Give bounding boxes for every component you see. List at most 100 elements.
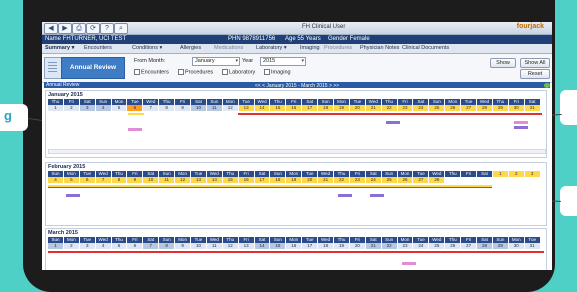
print-icon[interactable]: ⎙ — [72, 23, 86, 34]
day-cell[interactable]: 9 — [175, 243, 192, 249]
day-cell[interactable]: 18 — [318, 243, 335, 249]
day-cell[interactable]: 13 — [238, 105, 255, 111]
back-icon[interactable]: ◀ — [44, 23, 58, 34]
day-cell[interactable]: 26 — [445, 243, 462, 249]
day-cell[interactable]: 12 — [222, 243, 239, 249]
day-cell[interactable]: 22 — [381, 243, 398, 249]
day-cell[interactable]: 20 — [349, 243, 366, 249]
forward-icon[interactable]: ▶ — [58, 23, 72, 34]
menu-summary[interactable]: Summary ▾ — [45, 44, 74, 53]
day-cell[interactable]: 18 — [318, 105, 335, 111]
day-cell[interactable]: 30 — [508, 105, 525, 111]
checkbox-icon[interactable] — [134, 69, 140, 75]
day-cell[interactable]: 28 — [429, 177, 446, 183]
day-cell[interactable]: 5 — [111, 243, 128, 249]
day-cell[interactable]: 31 — [524, 243, 541, 249]
day-cell[interactable]: 2 — [508, 171, 525, 177]
checkbox-icon[interactable] — [222, 69, 228, 75]
day-cell[interactable]: 16 — [286, 243, 303, 249]
day-cell[interactable]: 5 — [111, 105, 128, 111]
event-marker[interactable] — [514, 126, 528, 129]
event-marker[interactable] — [386, 121, 400, 124]
menu-medications[interactable]: Medications — [214, 44, 243, 53]
checkbox-icon[interactable] — [264, 69, 270, 75]
day-cell[interactable]: 1 — [492, 171, 509, 177]
menu-conditions[interactable]: Conditions ▾ — [132, 44, 162, 53]
day-cell[interactable]: 15 — [270, 105, 287, 111]
day-cell[interactable]: 19 — [286, 177, 303, 183]
day-cell[interactable]: 7 — [95, 177, 112, 183]
event-marker[interactable] — [402, 262, 416, 265]
day-cell[interactable]: 7 — [143, 243, 160, 249]
day-cell[interactable]: 8 — [111, 177, 128, 183]
day-cell[interactable]: 9 — [127, 177, 144, 183]
day-cell[interactable]: 26 — [445, 105, 462, 111]
day-cell[interactable]: 18 — [270, 177, 287, 183]
day-cell[interactable]: 17 — [302, 105, 319, 111]
menu-clinical-documents[interactable]: Clinical Documents — [402, 44, 449, 53]
search-icon[interactable]: ⌕ — [114, 23, 128, 34]
day-cell[interactable]: 14 — [254, 243, 271, 249]
day-cell[interactable]: 13 — [238, 243, 255, 249]
day-cell[interactable]: 29 — [492, 105, 509, 111]
event-marker[interactable] — [66, 194, 80, 197]
day-cell[interactable]: 12 — [175, 177, 192, 183]
day-cell[interactable]: 22 — [381, 105, 398, 111]
day-cell[interactable]: 23 — [397, 243, 414, 249]
day-cell[interactable]: 8 — [159, 243, 176, 249]
day-cell[interactable]: 21 — [318, 177, 335, 183]
day-cell[interactable]: 17 — [254, 177, 271, 183]
day-cell[interactable]: 3 — [79, 243, 96, 249]
day-cell[interactable]: 6 — [127, 243, 144, 249]
day-cell[interactable]: 1 — [48, 243, 64, 249]
day-cell[interactable]: 24 — [413, 243, 430, 249]
day-cell[interactable]: 30 — [508, 243, 525, 249]
show-all-button[interactable]: Show All — [520, 58, 550, 68]
horizontal-scrollbar[interactable] — [48, 149, 546, 154]
day-cell[interactable]: 27 — [413, 177, 430, 183]
day-cell[interactable]: 29 — [492, 243, 509, 249]
day-cell[interactable]: 23 — [397, 105, 414, 111]
day-cell[interactable]: 6 — [79, 177, 96, 183]
day-cell[interactable]: 6 — [127, 105, 144, 111]
day-cell[interactable]: 16 — [286, 105, 303, 111]
menu-laboratory[interactable]: Laboratory ▾ — [256, 44, 287, 53]
day-cell[interactable]: 17 — [302, 243, 319, 249]
help-icon[interactable]: ? — [100, 23, 114, 34]
day-cell[interactable]: 10 — [191, 105, 207, 111]
event-marker[interactable] — [514, 121, 528, 124]
day-cell[interactable]: 12 — [222, 105, 239, 111]
day-cell[interactable]: 2 — [63, 243, 80, 249]
month-select[interactable]: January — [192, 57, 240, 66]
day-cell[interactable]: 28 — [477, 105, 493, 111]
day-cell[interactable]: 22 — [334, 177, 350, 183]
day-cell[interactable]: 26 — [397, 177, 414, 183]
day-cell[interactable]: 4 — [48, 177, 64, 183]
reset-button[interactable]: Reset — [520, 69, 550, 79]
day-cell[interactable]: 15 — [222, 177, 239, 183]
event-marker[interactable] — [370, 194, 384, 197]
day-cell[interactable]: 14 — [206, 177, 223, 183]
day-cell[interactable]: 4 — [95, 105, 112, 111]
day-cell[interactable]: 1 — [48, 105, 64, 111]
day-cell[interactable]: 11 — [159, 177, 176, 183]
day-cell[interactable]: 2 — [63, 105, 80, 111]
checkbox-icon[interactable] — [178, 69, 184, 75]
day-cell[interactable]: 27 — [461, 243, 478, 249]
day-cell[interactable]: 21 — [365, 105, 382, 111]
day-cell[interactable]: 31 — [524, 105, 541, 111]
refresh-icon[interactable]: ⟳ — [86, 23, 100, 34]
filter-imaging[interactable]: Imaging — [264, 69, 291, 75]
day-cell[interactable]: 21 — [365, 243, 382, 249]
menu-procedures[interactable]: Procedures — [324, 44, 352, 53]
filter-procedures[interactable]: Procedures — [178, 69, 213, 75]
day-cell[interactable]: 20 — [349, 105, 366, 111]
expand-icon[interactable] — [544, 83, 550, 88]
day-cell[interactable]: 25 — [429, 243, 446, 249]
day-cell[interactable]: 11 — [206, 243, 223, 249]
day-cell[interactable]: 10 — [191, 243, 207, 249]
day-cell[interactable]: 25 — [381, 177, 398, 183]
day-cell[interactable]: 10 — [143, 177, 160, 183]
day-cell[interactable]: 19 — [334, 243, 350, 249]
date-range-nav[interactable]: << < January 2015 - March 2015 > >> — [44, 83, 550, 89]
